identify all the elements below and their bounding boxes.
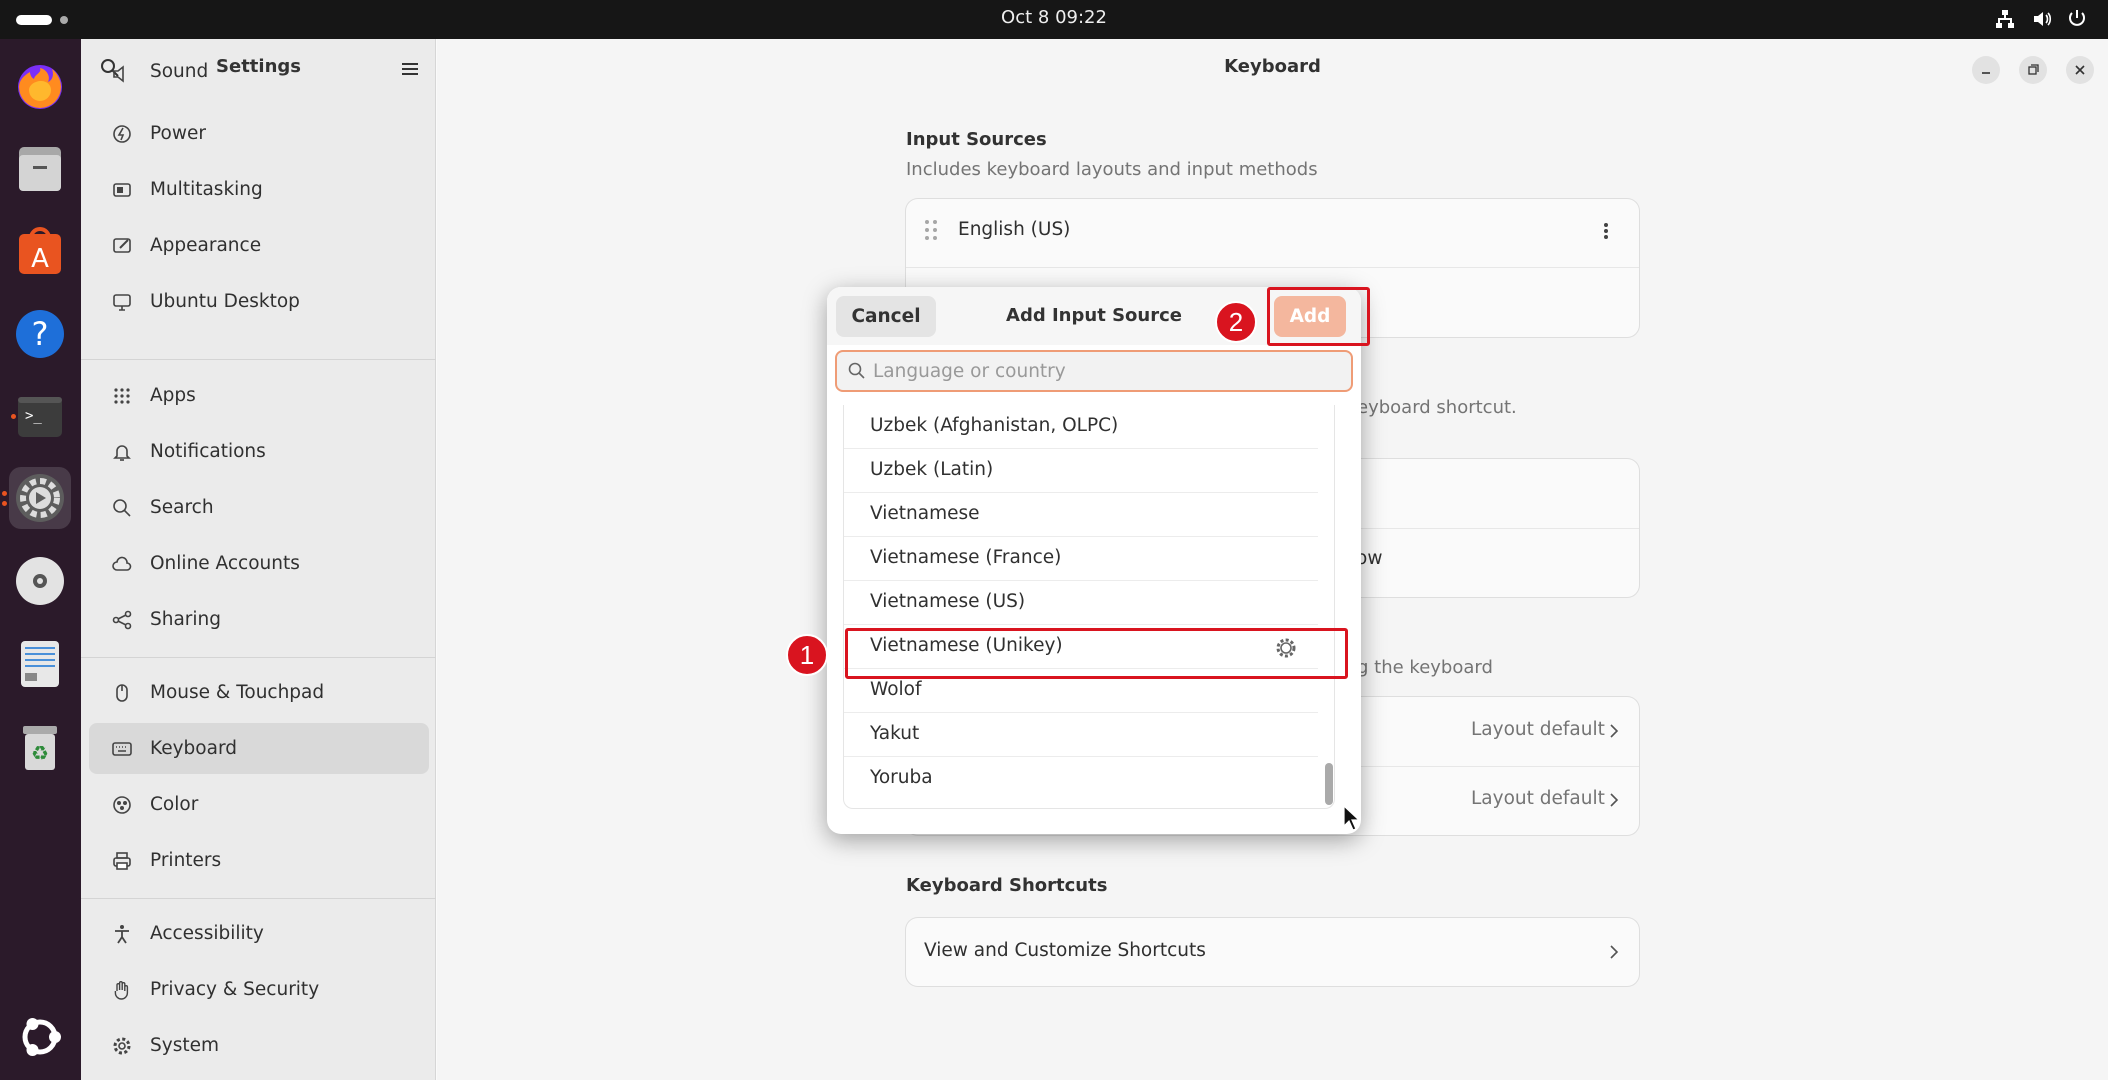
desktop-icon [113,293,131,311]
files-icon [19,147,61,191]
share-icon [112,610,132,629]
mouse-icon [116,683,128,702]
list-item[interactable]: Uzbek (Afghanistan, OLPC) [844,405,1318,449]
running-indicator [2,491,7,496]
speaker-icon [113,65,124,83]
keyboard-icon [112,741,132,756]
search-icon [848,362,865,379]
sidebar-item-sound[interactable]: Sound [89,57,429,97]
sidebar-item-sharing[interactable]: Sharing [89,594,429,645]
power-icon [113,124,131,143]
dock-settings[interactable] [2,467,71,529]
sidebar-item-notifications[interactable]: Notifications [89,426,429,477]
list-item[interactable]: Yakut [844,713,1318,757]
sidebar-item-search[interactable]: Search [89,482,429,533]
search-icon [113,498,131,517]
sidebar-item-apps[interactable]: Apps [89,370,429,421]
settings-gear-icon [16,474,64,522]
ubuntu-logo-icon [22,1018,61,1056]
app-center-icon: A [19,227,61,274]
list-item[interactable]: Vietnamese (France) [844,537,1318,581]
list-item[interactable]: Vietnamese [844,493,1318,537]
appearance-icon [113,237,131,253]
sidebar-item-printers[interactable]: Printers [89,835,429,886]
svg-text:>_: >_ [25,408,42,424]
color-icon [113,795,131,814]
list-scrollbar[interactable] [1325,405,1333,808]
sidebar-separator [81,359,436,360]
settings-sidebar: Settings Sound Power Multitasking Appear… [81,39,436,1080]
dock-disc[interactable] [9,550,71,612]
dock-trash[interactable]: ♻ [9,716,71,778]
sidebar-item-keyboard[interactable]: Keyboard [89,723,429,774]
bell-icon [113,444,131,461]
network-icon[interactable] [1994,8,2016,30]
dock-firefox[interactable] [9,54,71,116]
running-indicator [2,501,7,506]
list-item[interactable]: Uzbek (Latin) [844,449,1318,493]
svg-text:♻: ♻ [31,741,49,765]
scrollbar-thumb[interactable] [1325,763,1333,805]
top-bar: Oct 8 09:22 [0,0,2108,39]
help-icon: ? [16,310,64,358]
highlight-box-add [1267,287,1370,346]
volume-icon[interactable] [2031,8,2053,30]
apps-grid-icon [114,387,130,404]
cloud-icon [112,556,132,571]
printer-icon [113,851,131,870]
disc-icon [16,557,64,605]
sidebar-item-color[interactable]: Color [89,779,429,830]
sidebar-item-appearance[interactable]: Appearance [89,220,429,271]
sidebar-item-mouse-touchpad[interactable]: Mouse & Touchpad [89,667,429,718]
step-badge-1: 1 [786,634,828,676]
mouse-cursor-icon [1343,805,1361,831]
sidebar-separator [81,657,436,658]
hand-icon [114,980,129,1000]
gear-icon [113,1037,131,1054]
dock-terminal[interactable]: >_ [9,386,71,448]
list-item[interactable]: Yoruba [844,757,1318,801]
dock-files[interactable] [9,137,71,199]
language-list: Uzbek (Afghanistan, OLPC) Uzbek (Latin) … [843,405,1335,809]
sidebar-item-ubuntu-desktop[interactable]: Ubuntu Desktop [89,276,429,327]
running-indicator [11,414,16,419]
step-badge-2: 2 [1215,301,1257,343]
add-input-source-dialog: Cancel Add Input Source Add Uzbek (Afgha… [827,287,1361,834]
dock-text-editor[interactable] [9,633,71,695]
dock: A ? >_ ♻ [0,39,81,1080]
clock[interactable]: Oct 8 09:22 [0,7,2108,28]
dock-help[interactable]: ? [9,303,71,365]
dock-show-apps[interactable] [9,1006,71,1068]
search-field-wrapper [835,350,1353,392]
svg-text:A: A [31,244,49,274]
sidebar-item-accessibility[interactable]: Accessibility [89,908,429,959]
language-search-input[interactable] [873,356,1343,386]
multitasking-icon [113,182,131,197]
trash-icon: ♻ [23,726,57,770]
sidebar-item-online-accounts[interactable]: Online Accounts [89,538,429,589]
cancel-button[interactable]: Cancel [836,296,936,337]
sidebar-item-power[interactable]: Power [89,108,429,159]
list-item[interactable]: Vietnamese (US) [844,581,1318,625]
sidebar-item-multitasking[interactable]: Multitasking [89,164,429,215]
sidebar-item-system[interactable]: System [89,1020,429,1071]
svg-text:?: ? [32,315,49,353]
sidebar-separator [81,898,436,899]
text-editor-icon [21,641,59,687]
terminal-icon: >_ [18,397,62,437]
power-menu-icon[interactable] [2066,8,2088,30]
dock-app-center[interactable]: A [9,220,71,282]
sidebar-item-privacy-security[interactable]: Privacy & Security [89,964,429,1015]
highlight-box-unikey [845,628,1348,679]
accessibility-icon [115,924,129,943]
firefox-icon [18,65,62,109]
